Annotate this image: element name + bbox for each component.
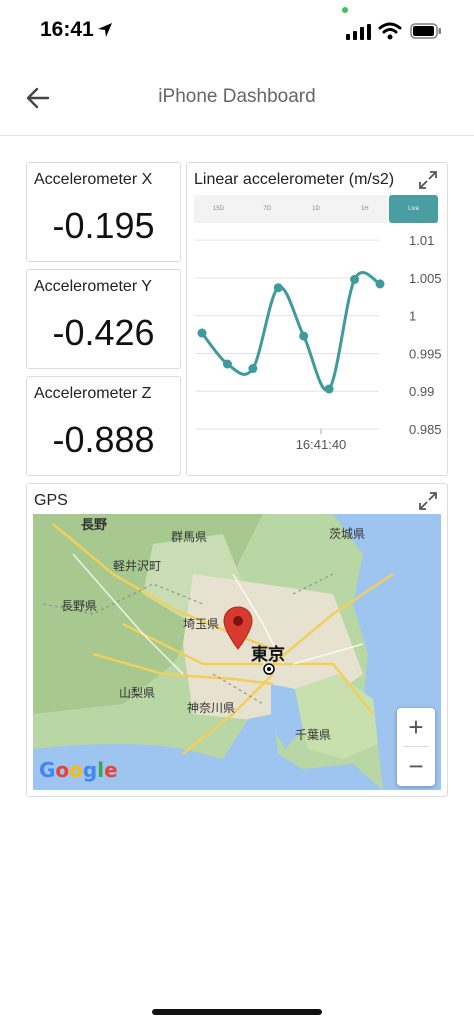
- map-label: 茨城県: [329, 527, 366, 541]
- data-point: [222, 359, 232, 369]
- wifi-icon: [378, 22, 402, 40]
- map-label-tokyo: 東京: [251, 645, 285, 665]
- map-label: 群馬県: [171, 530, 208, 544]
- series-line: [200, 271, 381, 392]
- card-value: -0.195: [52, 205, 155, 246]
- map-terrain: [33, 514, 441, 790]
- gps-card: GPS 長野 群馬県 茨城県 軽井沢町 長野県 埼玉県 東京 山梨県 神奈川県 …: [26, 483, 448, 797]
- data-point: [299, 331, 309, 341]
- y-tick-label: 1.01: [409, 233, 434, 248]
- line-chart: 1.01 1.005 1 0.995 0.99 0.985 16:41:40: [195, 233, 442, 452]
- map-label: 長野県: [61, 599, 98, 613]
- privacy-indicator-dot: [342, 7, 348, 13]
- linear-accelerometer-card: Linear accelerometer (m/s2) 15D 7D 1D 1H…: [186, 162, 448, 476]
- expand-icon[interactable]: [417, 490, 439, 512]
- cellular-signal-icon: [346, 24, 371, 40]
- data-point: [248, 364, 258, 374]
- app-header: iPhone Dashboard: [0, 60, 474, 136]
- card-title: Accelerometer Y: [34, 278, 152, 295]
- expand-icon[interactable]: [417, 169, 439, 191]
- map-label: 埼玉県: [183, 617, 220, 631]
- zoom-control: + −: [397, 708, 435, 786]
- map-label: 神奈川県: [187, 701, 236, 715]
- tokyo-station-icon: [263, 663, 275, 675]
- card-value: -0.888: [52, 419, 155, 460]
- card-value: -0.426: [52, 312, 155, 353]
- y-tick-label: 0.99: [409, 384, 434, 399]
- map-view[interactable]: 長野 群馬県 茨城県 軽井沢町 長野県 埼玉県 東京 山梨県 神奈川県 千葉県 …: [33, 514, 441, 790]
- accelerometer-y-card: Accelerometer Y -0.426: [26, 269, 181, 369]
- data-point: [197, 328, 207, 338]
- zoom-out-button[interactable]: −: [397, 747, 435, 785]
- map-label: 山梨県: [119, 686, 156, 700]
- map-label: 長野: [81, 518, 108, 533]
- status-time: 16:41: [40, 18, 94, 41]
- card-title: Accelerometer Z: [34, 385, 152, 402]
- zoom-in-button[interactable]: +: [397, 708, 435, 746]
- x-tick-label: 16:41:40: [296, 437, 347, 452]
- location-arrow-icon: [98, 23, 112, 37]
- accelerometer-z-card: Accelerometer Z -0.888: [26, 376, 181, 476]
- page-title: iPhone Dashboard: [158, 86, 316, 107]
- map-label: 千葉県: [295, 728, 332, 742]
- accelerometer-x-card: Accelerometer X -0.195: [26, 162, 181, 262]
- status-bar: 16:41: [0, 0, 474, 60]
- gps-title: GPS: [34, 492, 68, 509]
- home-indicator: [152, 1009, 322, 1015]
- y-tick-label: 1.005: [409, 271, 442, 286]
- data-point: [350, 274, 360, 284]
- google-logo: Google: [39, 758, 118, 782]
- y-tick-label: 1: [409, 309, 416, 324]
- chart-title: Linear accelerometer (m/s2): [194, 171, 395, 188]
- data-point: [324, 384, 334, 394]
- data-point: [375, 279, 385, 289]
- card-title: Accelerometer X: [34, 171, 153, 188]
- data-point: [273, 283, 283, 293]
- location-pin-icon[interactable]: [223, 606, 253, 650]
- y-tick-label: 0.995: [409, 346, 442, 361]
- y-tick-label: 0.985: [409, 422, 442, 437]
- map-label: 軽井沢町: [113, 559, 162, 573]
- battery-icon: [410, 23, 441, 39]
